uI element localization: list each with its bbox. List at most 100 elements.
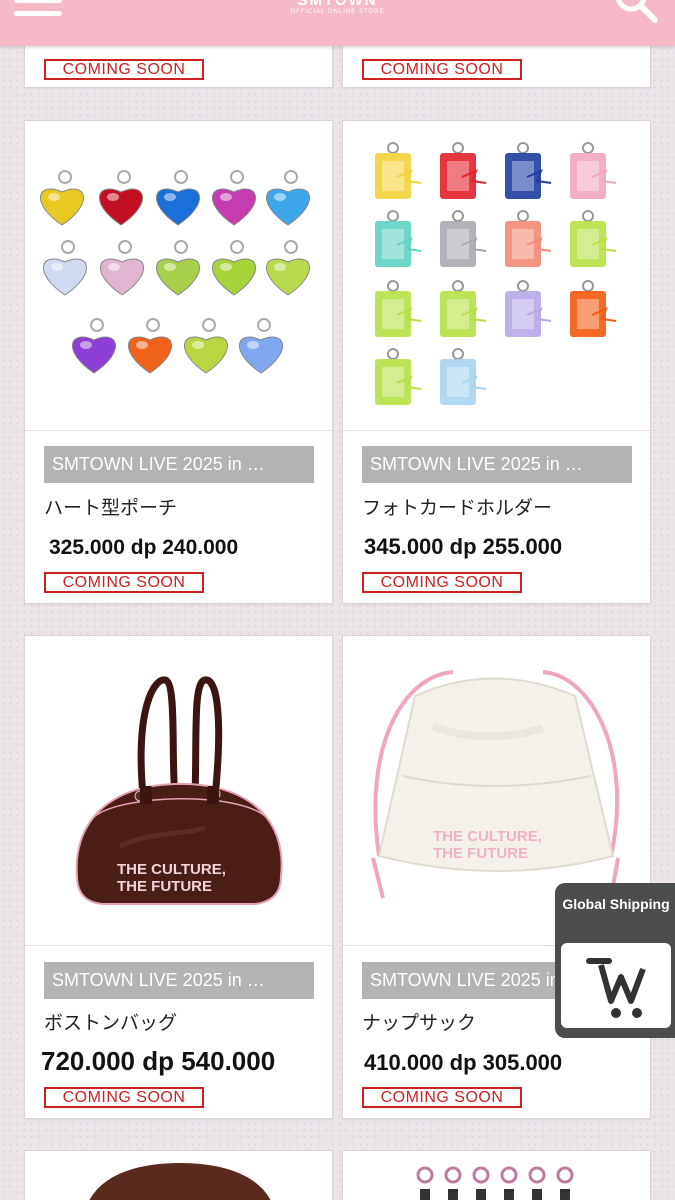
- holder-ring: [452, 210, 464, 222]
- product-card-bottom-left[interactable]: [24, 1150, 333, 1200]
- holder-ring: [582, 210, 594, 222]
- heart-pouch: [212, 188, 256, 226]
- holder-ring: [387, 142, 399, 154]
- global-shipping-button[interactable]: Global Shipping: [555, 883, 675, 1038]
- holder-ring: [452, 348, 464, 360]
- heart-shine: [274, 193, 286, 201]
- top-header: SMTOWN OFFICIAL ONLINE STORE: [0, 0, 675, 46]
- product-card-boston-bag[interactable]: THE CULTURE, THE FUTURE SMTOWN LIVE 2025…: [24, 635, 333, 1119]
- heart-shine: [136, 341, 148, 349]
- keyring-charm: [532, 1189, 542, 1200]
- heart-ring: [118, 240, 132, 254]
- knapsack-print-line-1: THE CULTURE,: [433, 828, 542, 845]
- heart-ring: [284, 170, 298, 184]
- heart-shine: [247, 341, 259, 349]
- keyring-charm: [476, 1189, 486, 1200]
- product-card-bottom-right[interactable]: [342, 1150, 651, 1200]
- holder-ring: [517, 210, 529, 222]
- category-tag[interactable]: SMTOWN LIVE 2025 in …: [362, 446, 632, 483]
- product-price: 345.000 dp 255.000: [364, 534, 563, 559]
- heart-shine: [220, 193, 232, 201]
- heart-ring: [58, 170, 72, 184]
- heart-shine: [48, 193, 60, 201]
- product-card-knapsack[interactable]: THE CULTURE, THE FUTURE SMTOWN LIVE 2025…: [342, 635, 651, 1119]
- product-name[interactable]: ハート型ポーチ: [44, 498, 177, 520]
- keyring-charm: [504, 1189, 514, 1200]
- product-name[interactable]: ナップサック: [362, 1013, 476, 1035]
- coming-soon-badge: COMING SOON: [362, 59, 522, 80]
- category-tag[interactable]: SMTOWN LIVE 2025 in …: [44, 962, 314, 999]
- keyring-charm: [560, 1189, 570, 1200]
- product-image[interactable]: [343, 121, 650, 431]
- product-card-photocard-holder[interactable]: SMTOWN LIVE 2025 in … フォトカードホルダー 345.000…: [342, 120, 651, 604]
- heart-ring: [146, 318, 160, 332]
- heart-shine: [80, 341, 92, 349]
- heart-ring: [174, 240, 188, 254]
- heart-ring: [117, 170, 131, 184]
- product-card-heart-pouch[interactable]: SMTOWN LIVE 2025 in … ハート型ポーチ 325.000 dp…: [24, 120, 333, 604]
- heart-shine: [107, 193, 119, 201]
- photocard-holder-image: [375, 142, 617, 405]
- coming-soon-badge: COMING SOON: [44, 59, 204, 80]
- logo-subtext: OFFICIAL ONLINE STORE: [290, 9, 385, 15]
- keyring: [556, 1166, 574, 1184]
- heart-ring: [90, 318, 104, 332]
- product-image[interactable]: THE CULTURE, THE FUTURE: [25, 636, 332, 946]
- holder-ring: [582, 142, 594, 154]
- search-icon[interactable]: [613, 0, 661, 26]
- heart-pouch-image: [40, 170, 310, 374]
- heart-pouch: [212, 258, 256, 296]
- coming-soon-badge: COMING SOON: [44, 1087, 204, 1108]
- heart-ring: [284, 240, 298, 254]
- heart-pouch: [266, 258, 310, 296]
- heart-pouch: [239, 336, 283, 374]
- keyring: [472, 1166, 490, 1184]
- holder-ring: [387, 280, 399, 292]
- heart-ring: [174, 170, 188, 184]
- heart-shine: [220, 263, 232, 271]
- heart-shine: [164, 263, 176, 271]
- product-name[interactable]: ボストンバッグ: [44, 1013, 177, 1035]
- holder-ring: [387, 210, 399, 222]
- bag-print-line-2: THE FUTURE: [117, 878, 212, 895]
- keyring: [528, 1166, 546, 1184]
- heart-shine: [108, 263, 120, 271]
- heart-pouch: [72, 336, 116, 374]
- holder-ring: [452, 280, 464, 292]
- keyring-charm: [420, 1189, 430, 1200]
- product-image: [416, 1166, 574, 1200]
- heart-pouch: [100, 258, 144, 296]
- product-price: 410.000 dp 305.000: [364, 1050, 563, 1075]
- global-shipping-label: Global Shipping: [562, 896, 670, 912]
- heart-ring: [230, 170, 244, 184]
- heart-ring: [257, 318, 271, 332]
- store-logo[interactable]: SMTOWN OFFICIAL ONLINE STORE: [0, 0, 675, 16]
- category-tag[interactable]: SMTOWN LIVE 2025 in …: [44, 446, 314, 483]
- keyring: [416, 1166, 434, 1184]
- product-price: 325.000 dp 240.000: [49, 536, 239, 559]
- heart-pouch: [266, 188, 310, 226]
- heart-shine: [164, 193, 176, 201]
- coming-soon-badge: COMING SOON: [362, 1087, 522, 1108]
- bag-print-line-1: THE CULTURE,: [117, 861, 226, 878]
- holder-ring: [582, 280, 594, 292]
- heart-pouch: [40, 188, 84, 226]
- coming-soon-badge: COMING SOON: [44, 572, 204, 593]
- heart-ring: [61, 240, 75, 254]
- product-price: 720.000 dp 540.000: [41, 1046, 276, 1076]
- holder-ring: [517, 280, 529, 292]
- heart-shine: [274, 263, 286, 271]
- knapsack-print-line-2: THE FUTURE: [433, 845, 528, 862]
- keyring-charm: [448, 1189, 458, 1200]
- heart-pouch: [156, 258, 200, 296]
- product-name[interactable]: フォトカードホルダー: [362, 498, 552, 520]
- boston-bag-image: THE CULTURE, THE FUTURE: [75, 676, 283, 905]
- heart-pouch: [156, 188, 200, 226]
- holder-ring: [387, 348, 399, 360]
- heart-pouch: [128, 336, 172, 374]
- heart-pouch: [43, 258, 87, 296]
- keyring: [500, 1166, 518, 1184]
- coming-soon-badge: COMING SOON: [362, 572, 522, 593]
- product-image[interactable]: [25, 121, 332, 431]
- keyring: [444, 1166, 462, 1184]
